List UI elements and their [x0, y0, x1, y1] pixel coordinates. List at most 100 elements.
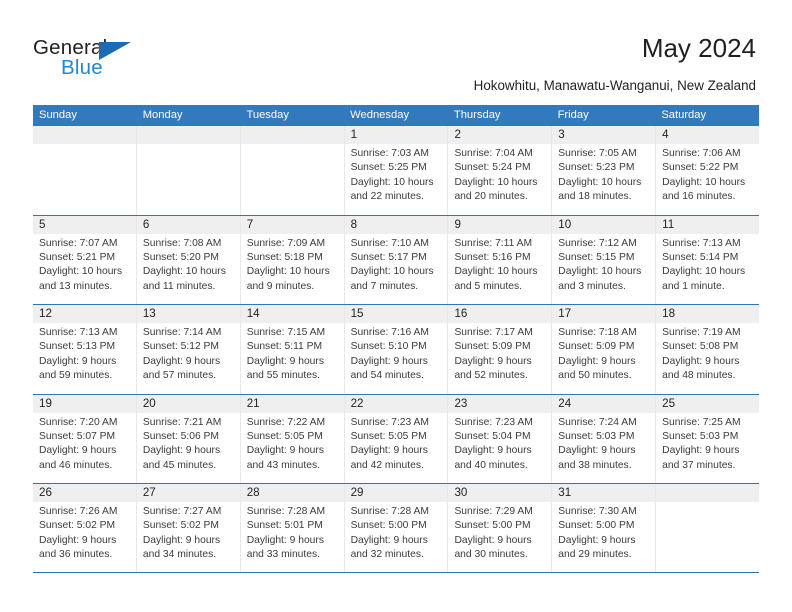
- day-number: 12: [33, 305, 136, 323]
- calendar-day-cell[interactable]: 29 Sunrise: 7:28 AM Sunset: 5:00 PM Dayligh…: [344, 484, 449, 572]
- calendar-day-cell[interactable]: 5 Sunrise: 7:07 AM Sunset: 5:21 PM Daylight…: [33, 215, 137, 304]
- calendar-day-cell[interactable]: 15 Sunrise: 7:16 AM Sunset: 5:10 PM Dayligh…: [344, 305, 449, 394]
- weekday-header-tuesday: Tuesday: [246, 109, 289, 121]
- day-number: 3: [552, 126, 656, 144]
- sunrise-text: Sunrise: 7:12 AM: [558, 237, 637, 249]
- calendar-page: General Blue May 2024 Hokowhitu, Manawat…: [0, 0, 792, 612]
- calendar-day-cell[interactable]: 6 Sunrise: 7:08 AM Sunset: 5:20 PM Daylight…: [136, 215, 241, 304]
- sunrise-text: Sunrise: 7:23 AM: [350, 416, 429, 428]
- calendar-grid: Sunday Monday Tuesday Wednesday Thursday Frid…: [33, 105, 760, 573]
- sunrise-text: Sunrise: 7:10 AM: [350, 237, 429, 249]
- day-sun-info: Sunrise: 7:23 AM Sunset: 5:05 PM Daylight:…: [345, 413, 448, 474]
- day-sun-info: Sunrise: 7:16 AM Sunset: 5:10 PM Daylight:…: [345, 323, 448, 384]
- calendar-day-cell[interactable]: 14 Sunrise: 7:15 AM Sunset: 5:11 PM Dayligh…: [240, 305, 345, 394]
- calendar-day-cell[interactable]: 30 Sunrise: 7:29 AM Sunset: 5:00 PM Dayligh…: [448, 484, 553, 572]
- day-number: 19: [33, 394, 136, 413]
- calendar-day-cell[interactable]: 19 Sunrise: 7:20 AM Sunset: 5:07 PM Dayligh…: [33, 394, 137, 483]
- daylight-text: Daylight: 10 hours and 13 minutes.: [39, 266, 122, 292]
- sunrise-text: Sunrise: 7:24 AM: [558, 416, 637, 428]
- day-sun-info: Sunrise: 7:03 AM Sunset: 5:25 PM Daylight:…: [345, 144, 448, 205]
- calendar-day-cell[interactable]: 26 Sunrise: 7:26 AM Sunset: 5:02 PM Dayligh…: [33, 484, 137, 572]
- day-sun-info: Sunrise: 7:10 AM Sunset: 5:17 PM Daylight:…: [345, 234, 448, 295]
- calendar-day-cell[interactable]: 9 Sunrise: 7:11 AM Sunset: 5:16 PM Daylight…: [448, 215, 553, 304]
- calendar-day-cell[interactable]: 20 Sunrise: 7:21 AM Sunset: 5:06 PM Dayligh…: [136, 394, 241, 483]
- day-sun-info: Sunrise: 7:19 AM Sunset: 5:08 PM Daylight:…: [656, 323, 759, 384]
- day-number: 5: [33, 215, 136, 234]
- day-sun-info: Sunrise: 7:05 AM Sunset: 5:23 PM Daylight:…: [552, 144, 655, 205]
- sunrise-text: Sunrise: 7:16 AM: [350, 327, 429, 338]
- calendar-day-cell[interactable]: 18 Sunrise: 7:19 AM Sunset: 5:08 PM Dayligh…: [656, 305, 760, 394]
- calendar-day-cell[interactable]: 2 Sunrise: 7:04 AM Sunset: 5:24 PM Daylight…: [448, 126, 553, 215]
- sunset-text: Sunset: 5:00 PM: [558, 520, 635, 532]
- daylight-text: Daylight: 9 hours and 36 minutes.: [39, 534, 117, 561]
- sunset-text: Sunset: 5:02 PM: [142, 520, 219, 532]
- calendar-week-row: 26 Sunrise: 7:26 AM Sunset: 5:02 PM Dayligh…: [33, 483, 760, 573]
- sunset-text: Sunset: 5:21 PM: [39, 251, 116, 263]
- calendar-day-cell[interactable]: 16 Sunrise: 7:17 AM Sunset: 5:09 PM Dayligh…: [448, 305, 553, 394]
- day-sun-info: Sunrise: 7:20 AM Sunset: 5:07 PM Daylight:…: [33, 413, 136, 474]
- calendar-day-cell[interactable]: 22 Sunrise: 7:23 AM Sunset: 5:05 PM Dayligh…: [344, 394, 449, 483]
- sunset-text: Sunset: 5:24 PM: [454, 162, 531, 174]
- sunrise-text: Sunrise: 7:14 AM: [142, 327, 222, 338]
- sunset-text: Sunset: 5:09 PM: [558, 341, 635, 353]
- weekday-header-friday: Friday: [557, 109, 589, 121]
- day-number: 11: [656, 215, 760, 234]
- sunset-text: Sunset: 5:00 PM: [454, 520, 531, 532]
- sunrise-text: Sunrise: 7:05 AM: [558, 148, 637, 159]
- sunset-text: Sunset: 5:18 PM: [246, 251, 323, 263]
- day-number: 1: [344, 126, 448, 144]
- sunrise-text: Sunrise: 7:17 AM: [454, 327, 533, 338]
- calendar-day-cell[interactable]: 8 Sunrise: 7:10 AM Sunset: 5:17 PM Daylight…: [344, 215, 449, 304]
- day-number: 16: [448, 305, 552, 323]
- daylight-text: Daylight: 9 hours and 29 minutes.: [558, 534, 636, 561]
- calendar-day-cell[interactable]: 4 Sunrise: 7:06 AM Sunset: 5:22 PM Daylight…: [656, 126, 760, 215]
- sunset-text: Sunset: 5:20 PM: [142, 251, 219, 263]
- day-sun-info: Sunrise: 7:08 AM Sunset: 5:20 PM Daylight:…: [137, 234, 240, 295]
- calendar-day-cell[interactable]: 27 Sunrise: 7:27 AM Sunset: 5:02 PM Dayligh…: [136, 484, 241, 572]
- calendar-day-cell[interactable]: 23 Sunrise: 7:23 AM Sunset: 5:04 PM Dayligh…: [448, 394, 553, 483]
- sunset-text: Sunset: 5:02 PM: [39, 520, 116, 532]
- daylight-text: Daylight: 9 hours and 34 minutes.: [142, 534, 221, 561]
- calendar-week-row: 19 Sunrise: 7:20 AM Sunset: 5:07 PM Dayligh…: [33, 393, 760, 483]
- calendar-day-cell[interactable]: 25 Sunrise: 7:25 AM Sunset: 5:03 PM Dayligh…: [656, 394, 760, 483]
- day-number: 31: [552, 484, 656, 502]
- sunrise-text: Sunrise: 7:13 AM: [39, 327, 118, 338]
- daylight-text: Daylight: 9 hours and 37 minutes.: [662, 445, 740, 471]
- calendar-day-cell[interactable]: 3 Sunrise: 7:05 AM Sunset: 5:23 PM Daylight…: [552, 126, 657, 215]
- weekday-header-sunday: Sunday: [39, 109, 77, 121]
- day-sun-info: Sunrise: 7:26 AM Sunset: 5:02 PM Daylight:…: [33, 502, 136, 563]
- calendar-day-cell[interactable]: 1 Sunrise: 7:03 AM Sunset: 5:25 PM Daylight…: [344, 126, 449, 215]
- daylight-text: Daylight: 9 hours and 57 minutes.: [142, 355, 221, 382]
- calendar-day-cell[interactable]: 31 Sunrise: 7:30 AM Sunset: 5:00 PM Dayligh…: [552, 484, 657, 572]
- calendar-day-cell[interactable]: 11 Sunrise: 7:13 AM Sunset: 5:14 PM Dayligh…: [656, 215, 760, 304]
- calendar-day-cell[interactable]: 13 Sunrise: 7:14 AM Sunset: 5:12 PM Dayligh…: [136, 305, 241, 394]
- sunset-text: Sunset: 5:10 PM: [350, 341, 427, 353]
- calendar-day-cell[interactable]: 7 Sunrise: 7:09 AM Sunset: 5:18 PM Daylight…: [240, 215, 345, 304]
- sunset-text: Sunset: 5:03 PM: [558, 430, 635, 442]
- day-number: 23: [448, 394, 552, 413]
- sunset-text: Sunset: 5:03 PM: [662, 430, 739, 442]
- calendar-day-cell-empty: [136, 126, 241, 215]
- sunrise-text: Sunrise: 7:06 AM: [662, 148, 741, 159]
- calendar-day-cell[interactable]: 17 Sunrise: 7:18 AM Sunset: 5:09 PM Dayligh…: [552, 305, 657, 394]
- weekday-header-thursday: Thursday: [453, 109, 501, 121]
- daylight-text: Daylight: 10 hours and 9 minutes.: [246, 266, 330, 292]
- calendar-day-cell[interactable]: 21 Sunrise: 7:22 AM Sunset: 5:05 PM Dayligh…: [240, 394, 345, 483]
- calendar-day-cell[interactable]: 28 Sunrise: 7:28 AM Sunset: 5:01 PM Dayligh…: [240, 484, 345, 572]
- page-title: May 2024: [641, 33, 756, 63]
- day-sun-info: Sunrise: 7:07 AM Sunset: 5:21 PM Daylight:…: [33, 234, 136, 295]
- day-sun-info: Sunrise: 7:23 AM Sunset: 5:04 PM Daylight:…: [448, 413, 551, 474]
- sunset-text: Sunset: 5:17 PM: [350, 251, 427, 263]
- daylight-text: Daylight: 9 hours and 48 minutes.: [662, 355, 740, 382]
- day-sun-info: Sunrise: 7:14 AM Sunset: 5:12 PM Daylight:…: [137, 323, 240, 384]
- day-number: 14: [240, 305, 344, 323]
- day-number: 30: [448, 484, 552, 502]
- sunrise-text: Sunrise: 7:11 AM: [454, 237, 533, 249]
- calendar-day-cell[interactable]: 24 Sunrise: 7:24 AM Sunset: 5:03 PM Dayligh…: [552, 394, 657, 483]
- calendar-day-cell[interactable]: 12 Sunrise: 7:13 AM Sunset: 5:13 PM Dayligh…: [33, 305, 137, 394]
- sunrise-text: Sunrise: 7:18 AM: [558, 327, 637, 338]
- sunset-text: Sunset: 5:06 PM: [142, 430, 219, 442]
- calendar-week-row: 12 Sunrise: 7:13 AM Sunset: 5:13 PM Dayligh…: [33, 304, 760, 394]
- day-sun-info: Sunrise: 7:15 AM Sunset: 5:11 PM Daylight:…: [241, 323, 344, 384]
- calendar-day-cell[interactable]: 10 Sunrise: 7:12 AM Sunset: 5:15 PM Dayligh…: [552, 215, 657, 304]
